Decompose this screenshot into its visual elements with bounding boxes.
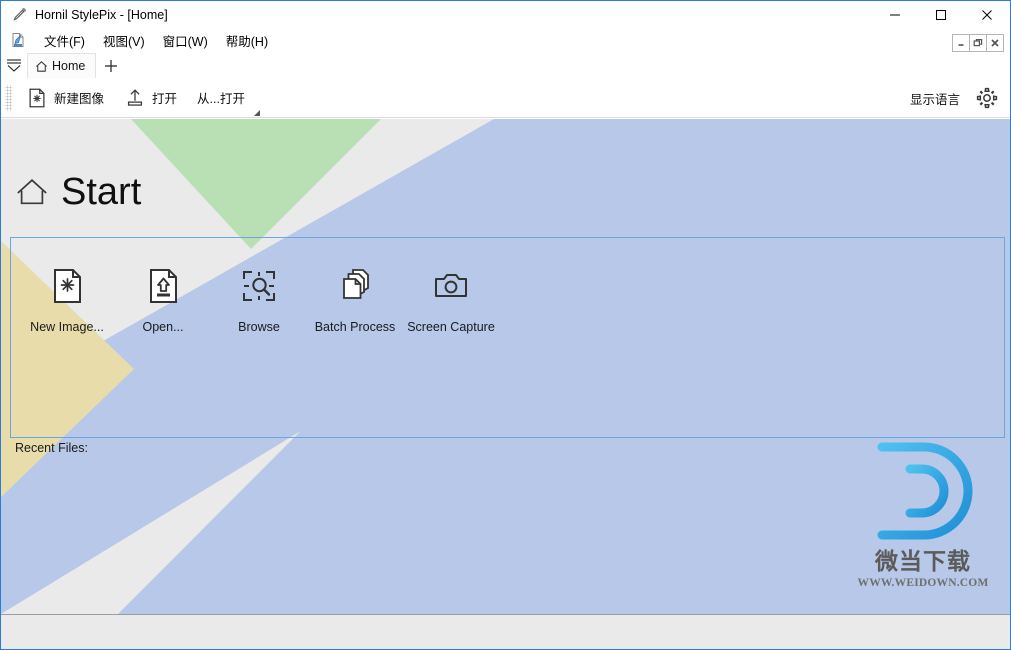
pencil-icon [9, 5, 29, 25]
toolbar-language-button[interactable]: 显示语言 [900, 83, 970, 114]
toolbar-open-from-label: 从...打开 [197, 92, 245, 106]
mdi-restore-button[interactable] [969, 34, 987, 52]
toolbar-new-image-label: 新建图像 [54, 92, 105, 106]
menu-item-window[interactable]: 窗口(W) [154, 28, 217, 53]
page-title: Start [61, 171, 142, 213]
action-screen-capture[interactable]: Screen Capture [403, 260, 499, 334]
mdi-child-controls [952, 34, 1004, 52]
action-batch-process-label: Batch Process [314, 320, 396, 334]
window-controls [872, 1, 1010, 28]
action-open-label: Open... [142, 320, 184, 334]
main-toolbar: 新建图像 打开 从...打开 显示语言 [1, 78, 1010, 118]
home-icon [15, 175, 49, 209]
toolbar-open-from-button[interactable]: 从...打开 [187, 82, 255, 114]
mdi-minimize-button[interactable] [952, 34, 970, 52]
start-heading: Start [15, 173, 141, 211]
tab-home[interactable]: Home [27, 53, 97, 78]
batch-process-icon [335, 264, 375, 308]
toolbar-open-label: 打开 [152, 92, 178, 106]
new-image-icon [47, 264, 87, 308]
window-minimize-button[interactable] [872, 1, 918, 28]
window-close-button[interactable] [964, 1, 1010, 28]
menu-items: 文件(F) 视图(V) 窗口(W) 帮助(H) [35, 28, 277, 53]
tab-home-label: Home [52, 59, 86, 73]
mdi-close-button[interactable] [986, 34, 1004, 52]
quick-actions-panel: New Image... Open... Browse Batch Proces… [10, 237, 1005, 438]
start-page-canvas: Start New Image... Open... Browse Batch … [1, 119, 1010, 614]
tab-list-dropdown-icon[interactable] [1, 52, 27, 78]
application-window: Hornil StylePix - [Home] 文件(F) 视图(V) 窗口(… [0, 0, 1011, 650]
action-new-image-label: New Image... [30, 320, 104, 334]
new-tab-button[interactable] [96, 53, 126, 78]
home-icon [34, 59, 49, 74]
watermark-brand: 微当下载 [875, 549, 971, 575]
menu-item-file[interactable]: 文件(F) [35, 28, 94, 53]
new-image-icon [26, 87, 48, 109]
camera-icon [431, 264, 471, 308]
tab-strip: Home [1, 52, 1010, 78]
action-new-image[interactable]: New Image... [19, 260, 115, 334]
menu-bar: 文件(F) 视图(V) 窗口(W) 帮助(H) [1, 28, 1010, 52]
document-icon [9, 31, 27, 49]
menu-item-help[interactable]: 帮助(H) [217, 28, 277, 53]
toolbar-open-button[interactable]: 打开 [114, 82, 187, 114]
recent-files-label: Recent Files: [15, 441, 88, 455]
toolbar-grip[interactable] [5, 84, 12, 111]
window-maximize-button[interactable] [918, 1, 964, 28]
watermark: 微当下载 WWW.WEIDOWN.COM [848, 441, 998, 589]
toolbar-right-group: 显示语言 [900, 78, 1004, 118]
watermark-url: WWW.WEIDOWN.COM [857, 577, 989, 589]
title-bar: Hornil StylePix - [Home] [1, 1, 1010, 28]
quick-actions-row: New Image... Open... Browse Batch Proces… [19, 260, 499, 334]
gear-icon[interactable] [970, 81, 1004, 115]
action-browse[interactable]: Browse [211, 260, 307, 334]
menu-item-view[interactable]: 视图(V) [94, 28, 154, 53]
toolbar-overflow-icon[interactable] [253, 104, 261, 116]
action-open[interactable]: Open... [115, 260, 211, 334]
window-title: Hornil StylePix - [Home] [35, 7, 168, 22]
status-bar [1, 614, 1010, 649]
open-upload-icon [124, 87, 146, 109]
action-screen-capture-label: Screen Capture [407, 320, 495, 334]
action-browse-label: Browse [238, 320, 280, 334]
watermark-logo-icon [877, 442, 973, 540]
browse-icon [239, 264, 279, 308]
toolbar-new-image-button[interactable]: 新建图像 [16, 82, 114, 114]
action-batch-process[interactable]: Batch Process [307, 260, 403, 334]
open-file-icon [143, 264, 183, 308]
